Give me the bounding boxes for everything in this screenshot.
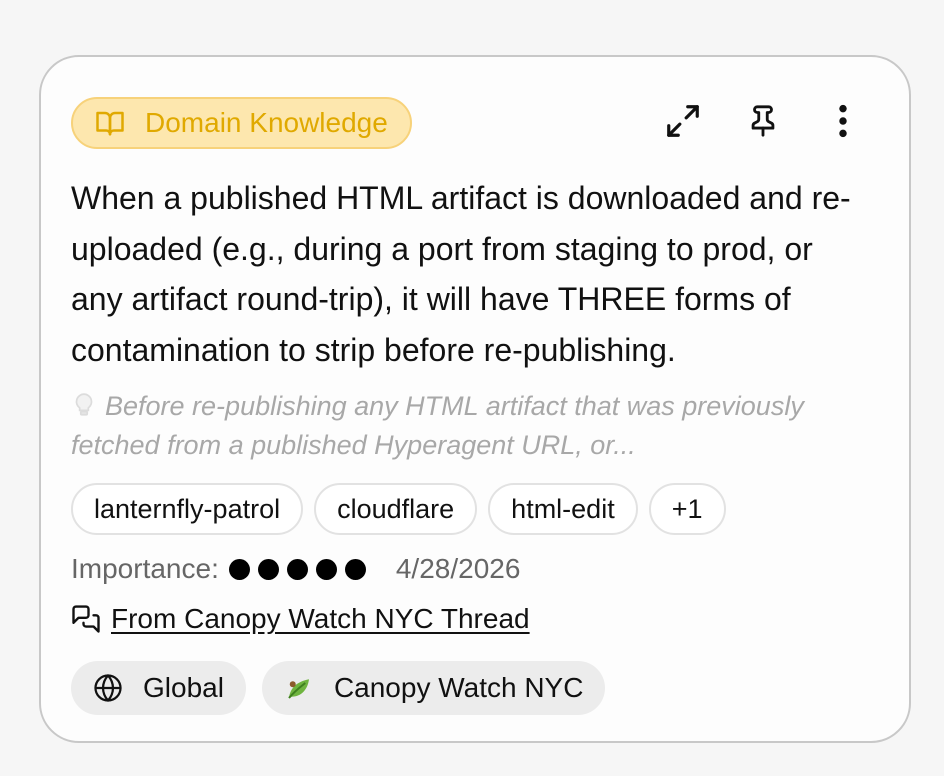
category-label: Domain Knowledge [145, 107, 388, 138]
source-row: From Canopy Watch NYC Thread [71, 603, 530, 635]
knowledge-body: When a published HTML artifact is downlo… [71, 180, 851, 368]
expand-button[interactable] [657, 97, 709, 149]
category-badge: Domain Knowledge [71, 97, 412, 149]
importance-rating [228, 558, 374, 580]
chat-bubbles-icon [71, 604, 101, 634]
tip-text: Before re-publishing any HTML artifact t… [71, 387, 861, 465]
importance-label: Importance: [71, 553, 219, 584]
importance-dot [286, 558, 308, 580]
more-tags-chip[interactable]: +1 [648, 483, 726, 535]
expand-icon [664, 102, 702, 145]
scope-project[interactable]: Canopy Watch NYC [261, 661, 606, 715]
importance-dot [315, 558, 337, 580]
card-header: Domain Knowledge [71, 95, 869, 151]
importance-dot [257, 558, 279, 580]
more-vertical-icon [837, 104, 849, 143]
scope-list: Global Canopy Watch NYC [71, 661, 621, 715]
tag-chip[interactable]: lanternfly-patrol [71, 483, 304, 535]
card-actions [629, 97, 869, 149]
meta-row: Importance: 4/28/2026 [71, 553, 520, 585]
pin-icon [746, 102, 780, 145]
pin-button[interactable] [737, 97, 789, 149]
scope-label: Global [143, 672, 224, 703]
book-open-icon [95, 108, 125, 138]
leaf-icon [284, 673, 314, 703]
importance-dot [228, 558, 250, 580]
importance-dot [344, 558, 366, 580]
more-options-button[interactable] [817, 97, 869, 149]
lightbulb-icon [71, 390, 97, 416]
globe-icon [93, 673, 123, 703]
tag-chip[interactable]: cloudflare [314, 483, 478, 535]
scope-label: Canopy Watch NYC [333, 672, 584, 703]
source-thread-link[interactable]: From Canopy Watch NYC Thread [111, 603, 530, 635]
created-date: 4/28/2026 [395, 553, 521, 584]
knowledge-card: Domain Knowledge When a published HTML a… [39, 55, 911, 743]
tip-label: Before re-publishing any HTML artifact t… [71, 391, 804, 460]
scope-global[interactable]: Global [71, 661, 246, 715]
tag-list: lanternfly-patrol cloudflare html-edit +… [71, 483, 737, 535]
tag-chip[interactable]: html-edit [488, 483, 638, 535]
